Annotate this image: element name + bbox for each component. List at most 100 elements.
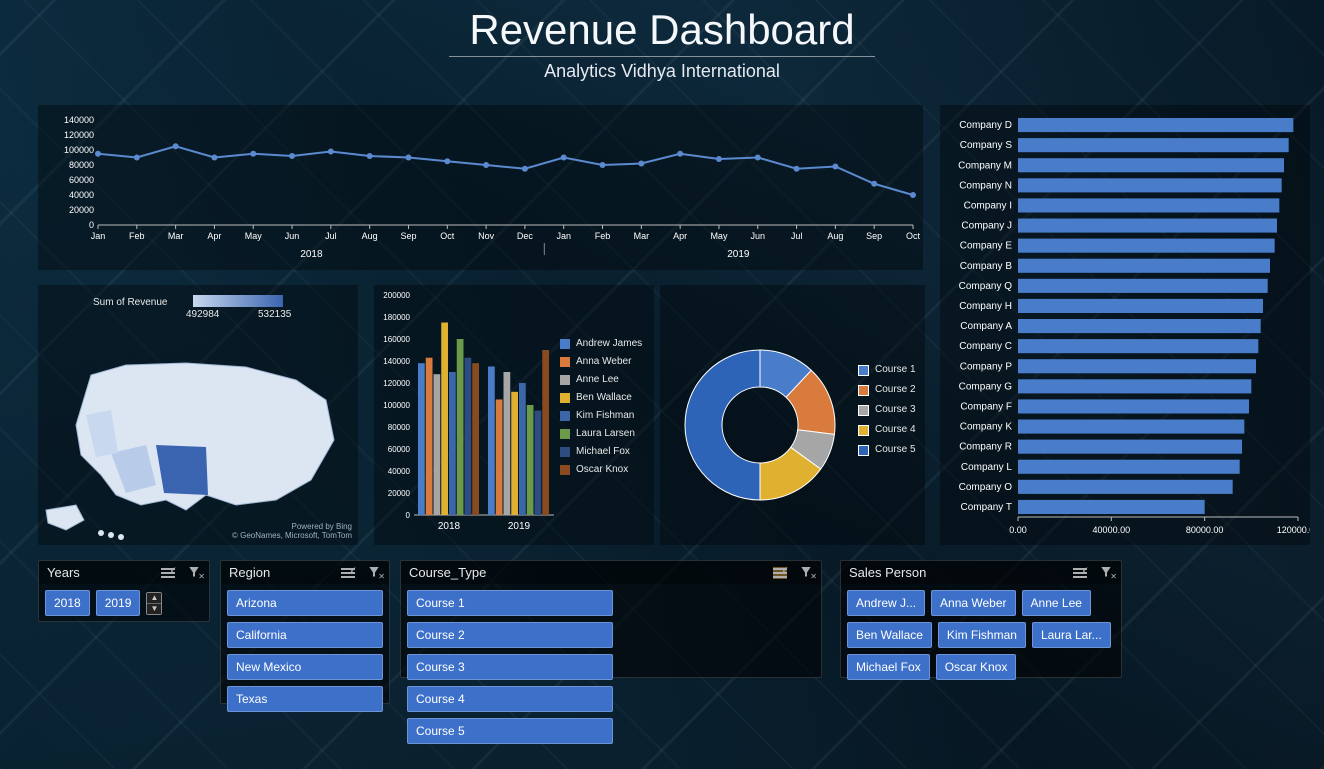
svg-text:2019: 2019 [508,521,531,532]
page-title: Revenue Dashboard [449,6,874,57]
svg-text:20000: 20000 [388,489,411,498]
svg-text:80000.00: 80000.00 [1186,525,1224,535]
multiselect-icon[interactable] [773,567,787,579]
svg-text:Apr: Apr [207,231,221,241]
year-btn-1[interactable]: 2019 [96,590,141,616]
sp-btn-1[interactable]: Anna Weber [931,590,1016,616]
svg-text:Company B: Company B [960,261,1013,272]
line-chart-panel: 020000400006000080000100000120000140000J… [38,105,923,270]
course-btn-4[interactable]: Course 5 [407,718,613,744]
course-btn-1[interactable]: Course 2 [407,622,613,648]
sp-btn-6[interactable]: Michael Fox [847,654,930,680]
year-spinner[interactable]: ▲▼ [146,592,162,615]
course-type-slicer: Course_Type Course 1 Course 2 Course 3 C… [400,560,822,678]
svg-text:60000: 60000 [69,175,94,185]
sp-btn-0[interactable]: Andrew J... [847,590,925,616]
svg-text:Company L: Company L [961,462,1013,473]
multiselect-icon[interactable] [161,567,175,579]
svg-text:20000: 20000 [69,205,94,215]
course-btn-2[interactable]: Course 3 [407,654,613,680]
page-subtitle: Analytics Vidhya International [0,61,1324,82]
spinner-up[interactable]: ▲ [147,593,161,604]
slicer-header: Sales Person [841,561,1121,584]
svg-text:2018: 2018 [300,249,323,260]
svg-text:May: May [710,231,728,241]
svg-text:40000: 40000 [388,467,411,476]
clear-filter-icon[interactable] [1099,567,1113,579]
svg-text:0: 0 [89,220,94,230]
course-btn-3[interactable]: Course 4 [407,686,613,712]
year-btn-0[interactable]: 2018 [45,590,90,616]
slicer-title: Sales Person [849,565,926,580]
svg-text:200000: 200000 [383,291,410,300]
svg-text:Company N: Company N [959,180,1012,191]
svg-text:Company P: Company P [960,361,1013,372]
svg-text:Company M: Company M [958,160,1012,171]
multiselect-icon[interactable] [1073,567,1087,579]
svg-text:Company H: Company H [959,301,1012,312]
svg-text:120000.00: 120000.00 [1277,525,1310,535]
svg-text:120000: 120000 [64,130,94,140]
years-slicer: Years 2018 2019 ▲▼ [38,560,210,622]
spinner-down[interactable]: ▼ [147,604,161,614]
multiselect-icon[interactable] [341,567,355,579]
svg-text:Company G: Company G [959,381,1013,392]
svg-text:40000: 40000 [69,190,94,200]
svg-text:Aug: Aug [827,231,843,241]
bar-chart-legend: Andrew JamesAnna WeberAnne LeeBen Wallac… [560,335,642,479]
course-btn-0[interactable]: Course 1 [407,590,613,616]
sales-person-slicer: Sales Person Andrew J... Anna Weber Anne… [840,560,1122,678]
sp-btn-3[interactable]: Ben Wallace [847,622,932,648]
svg-text:Dec: Dec [517,231,534,241]
company-bar-panel: Company DCompany SCompany MCompany NComp… [940,105,1310,545]
svg-text:May: May [245,231,263,241]
slicer-title: Course_Type [409,565,486,580]
svg-text:60000: 60000 [388,445,411,454]
svg-text:Jan: Jan [556,231,571,241]
svg-text:100000: 100000 [64,145,94,155]
svg-text:Aug: Aug [362,231,378,241]
svg-text:160000: 160000 [383,335,410,344]
sp-btn-4[interactable]: Kim Fishman [938,622,1026,648]
svg-text:Jun: Jun [751,231,766,241]
svg-text:0: 0 [406,511,411,520]
sp-btn-5[interactable]: Laura Lar... [1032,622,1111,648]
svg-text:Company D: Company D [959,120,1012,131]
svg-text:Company T: Company T [960,502,1012,513]
region-btn-3[interactable]: Texas [227,686,383,712]
header: Revenue Dashboard Analytics Vidhya Inter… [0,6,1324,82]
region-btn-1[interactable]: California [227,622,383,648]
svg-text:Sep: Sep [400,231,416,241]
map-credit: Powered by Bing © GeoNames, Microsoft, T… [232,522,352,541]
svg-text:Company C: Company C [959,341,1012,352]
svg-text:Jun: Jun [285,231,300,241]
clear-filter-icon[interactable] [187,567,201,579]
svg-text:140000: 140000 [64,115,94,125]
sp-btn-7[interactable]: Oscar Knox [936,654,1017,680]
clear-filter-icon[interactable] [367,567,381,579]
svg-text:Company O: Company O [959,482,1013,493]
svg-text:Jul: Jul [791,231,803,241]
svg-text:Company I: Company I [964,200,1012,211]
region-slicer: Region Arizona California New Mexico Tex… [220,560,390,704]
line-chart: 020000400006000080000100000120000140000J… [38,105,923,270]
slicer-header: Region [221,561,389,584]
svg-text:120000: 120000 [383,379,410,388]
region-btn-0[interactable]: Arizona [227,590,383,616]
svg-text:40000.00: 40000.00 [1093,525,1131,535]
svg-text:Company J: Company J [961,221,1012,232]
svg-text:180000: 180000 [383,313,410,322]
svg-text:0.00: 0.00 [1009,525,1027,535]
sp-btn-2[interactable]: Anne Lee [1022,590,1091,616]
company-bar-chart: Company DCompany SCompany MCompany NComp… [940,105,1310,545]
svg-text:Company F: Company F [960,401,1012,412]
svg-text:Oct: Oct [440,231,455,241]
svg-text:Mar: Mar [168,231,184,241]
region-btn-2[interactable]: New Mexico [227,654,383,680]
svg-text:Jul: Jul [325,231,337,241]
svg-text:2019: 2019 [727,249,750,260]
svg-text:100000: 100000 [383,401,410,410]
svg-text:Company A: Company A [960,321,1012,332]
clear-filter-icon[interactable] [799,567,813,579]
donut-chart-legend: Course 1Course 2Course 3Course 4Course 5 [858,360,916,460]
